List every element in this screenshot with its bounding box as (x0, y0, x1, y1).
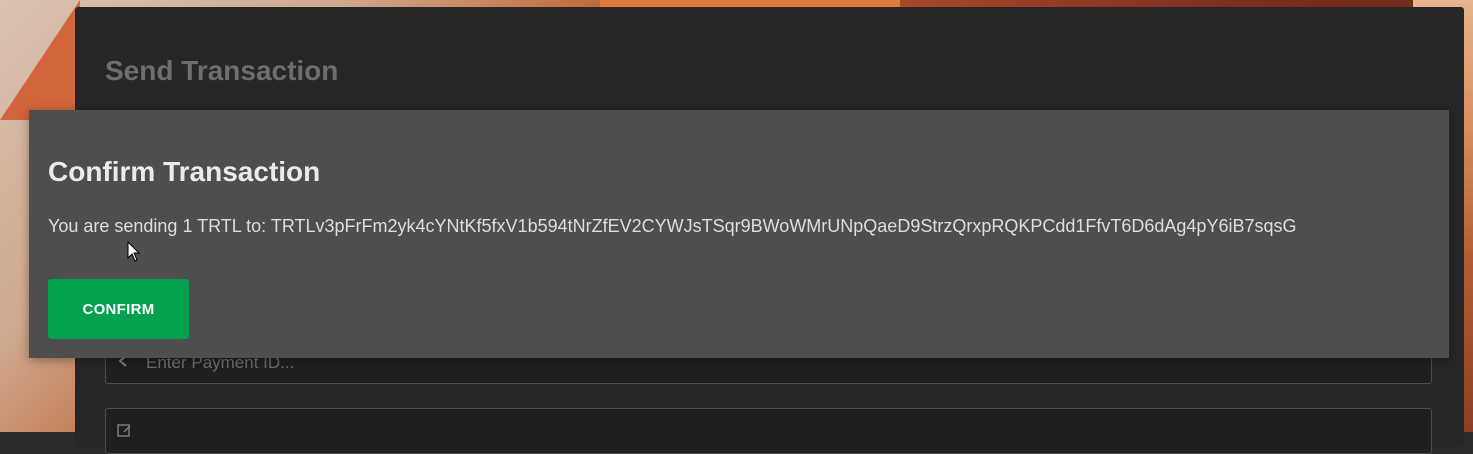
modal-message: You are sending 1 TRTL to: TRTLv3pFrFm2y… (48, 216, 1297, 236)
confirm-button[interactable]: CONFIRM (48, 279, 189, 339)
wallpaper-peak (0, 0, 80, 120)
mouse-pointer-icon (127, 240, 141, 263)
confirm-transaction-modal: Confirm Transaction You are sending 1 TR… (29, 110, 1449, 358)
edit-icon (116, 423, 132, 439)
modal-title: Confirm Transaction (48, 156, 321, 187)
page-title: Send Transaction (105, 55, 339, 86)
notes-field[interactable] (105, 408, 1432, 454)
notes-input[interactable] (144, 421, 1348, 445)
